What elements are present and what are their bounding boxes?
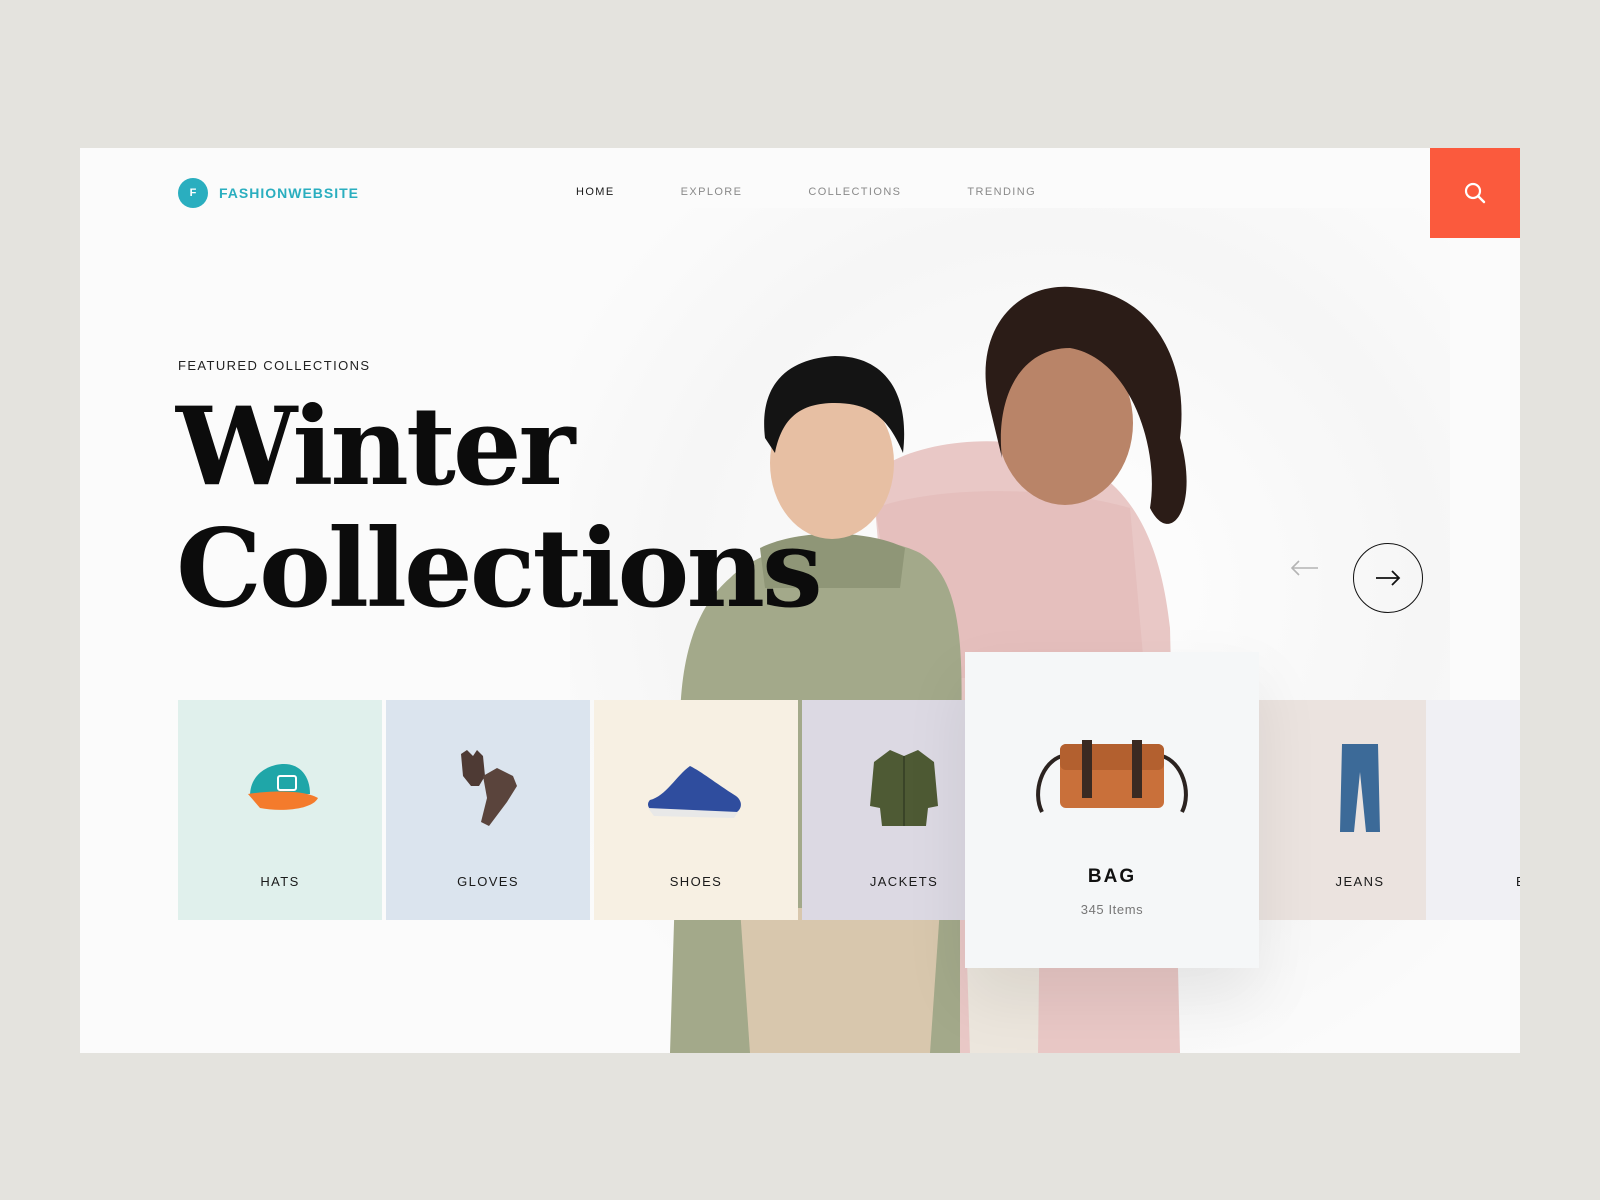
category-label: GLOVES bbox=[457, 874, 519, 889]
hero-title-line-2: Collections bbox=[176, 506, 823, 632]
brand-logo[interactable]: F FASHIONWEBSITE bbox=[178, 178, 359, 208]
category-count: 345 Items bbox=[1080, 902, 1144, 917]
jeans-icon bbox=[1305, 738, 1415, 838]
category-tile-partial[interactable]: E bbox=[1426, 700, 1520, 920]
category-label: HATS bbox=[260, 874, 300, 889]
landing-page: F FASHIONWEBSITE HOME EXPLORE COLLECTION… bbox=[80, 148, 1520, 1053]
arrow-left-icon bbox=[1290, 560, 1318, 576]
nav-trending[interactable]: TRENDING bbox=[967, 186, 1036, 198]
category-tile-bag[interactable]: BAG 345 Items bbox=[965, 652, 1259, 968]
sunglasses-icon bbox=[1508, 738, 1520, 838]
brand-name: FASHIONWEBSITE bbox=[219, 185, 360, 201]
arrow-right-icon bbox=[1376, 570, 1401, 586]
main-nav: HOME EXPLORE COLLECTIONS TRENDING bbox=[576, 186, 1102, 198]
hero-title: Winter Collections bbox=[176, 384, 823, 632]
category-tile-shoes[interactable]: SHOES bbox=[594, 700, 798, 920]
nav-collections[interactable]: COLLECTIONS bbox=[808, 186, 901, 198]
category-label: E bbox=[1426, 874, 1520, 889]
category-tile-gloves[interactable]: GLOVES bbox=[386, 700, 590, 920]
nav-home[interactable]: HOME bbox=[576, 186, 615, 198]
carousel-next-button[interactable] bbox=[1353, 543, 1423, 613]
bag-icon bbox=[1032, 722, 1192, 832]
jacket-icon bbox=[849, 738, 959, 838]
sneaker-icon bbox=[641, 738, 751, 838]
search-button[interactable] bbox=[1430, 148, 1520, 238]
category-label: SHOES bbox=[669, 874, 723, 889]
nav-explore[interactable]: EXPLORE bbox=[681, 186, 743, 198]
category-tile-hats[interactable]: HATS bbox=[178, 700, 382, 920]
brand-badge: F bbox=[178, 178, 208, 208]
gloves-icon bbox=[433, 738, 543, 838]
hero-title-line-1: Winter bbox=[176, 384, 575, 510]
cap-icon bbox=[225, 738, 335, 838]
hero-eyebrow: FEATURED COLLECTIONS bbox=[178, 358, 371, 373]
search-icon bbox=[1464, 182, 1486, 204]
category-label: BAG bbox=[1087, 866, 1137, 887]
carousel-prev-button[interactable] bbox=[1288, 558, 1324, 578]
